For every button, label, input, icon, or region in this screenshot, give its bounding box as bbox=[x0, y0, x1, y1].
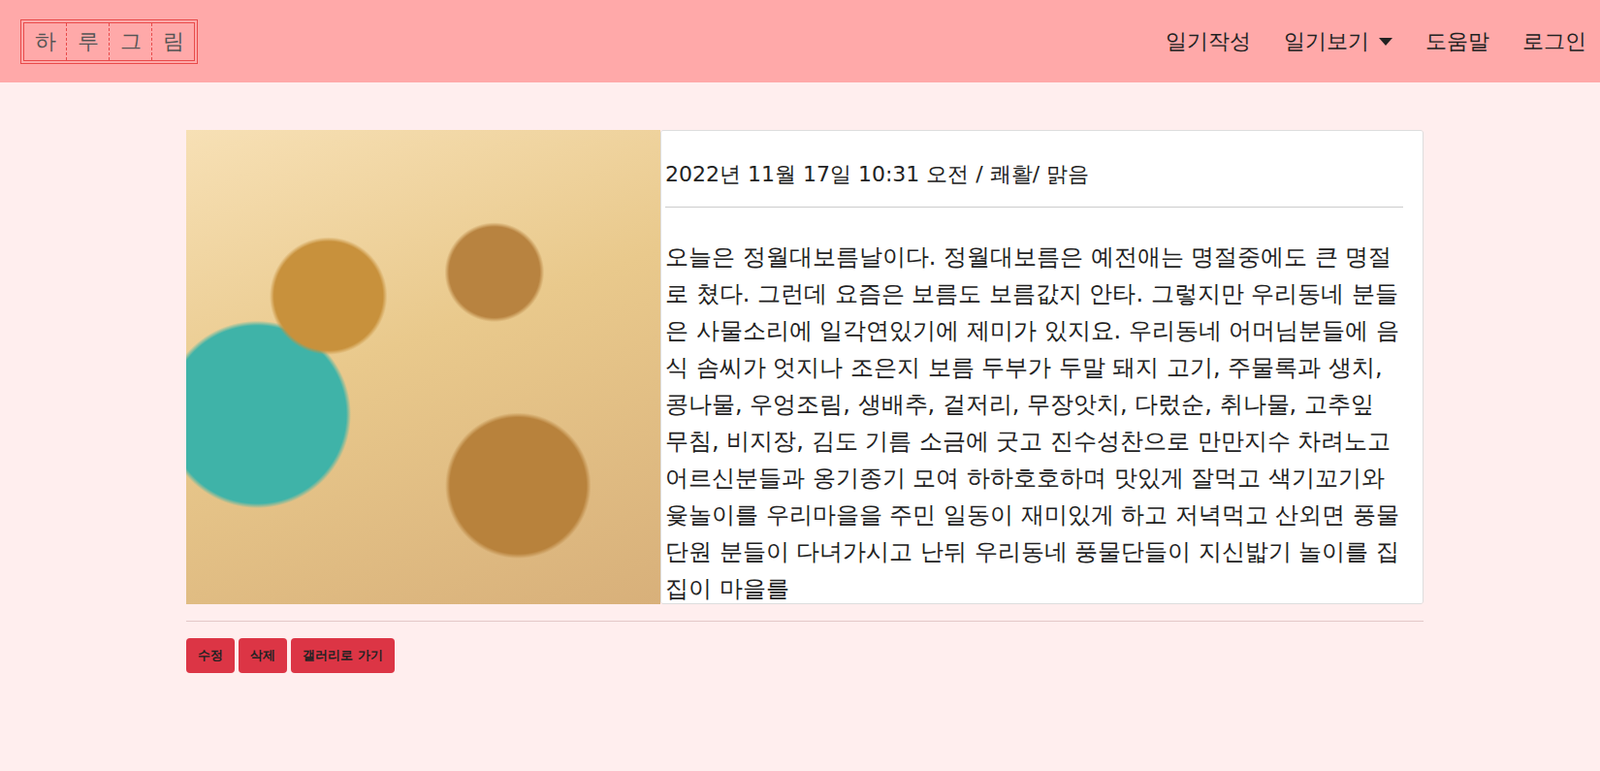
logo-char: 루 bbox=[66, 23, 110, 61]
nav-item[interactable]: 로그인 bbox=[1522, 27, 1587, 57]
logo-char: 림 bbox=[152, 23, 194, 61]
nav-item[interactable]: 도움말 bbox=[1425, 27, 1490, 57]
logo-char: 그 bbox=[109, 23, 153, 61]
action-button[interactable]: 삭제 bbox=[238, 638, 288, 673]
diary-card: 2022년 11월 17일 10:31 오전 / 쾌활/ 맑음오늘은 정월대보름… bbox=[186, 129, 1424, 605]
logo-char: 하 bbox=[24, 23, 67, 61]
page: 하루그림 일기작성 일기보기 도움말 로그인 2022년 11월 17일 10:31 오전… bbox=[0, 0, 1600, 771]
diary-meta: 2022년 11월 17일 10:31 오전 / 쾌활/ 맑음 bbox=[665, 130, 1404, 207]
diary-image bbox=[186, 129, 661, 605]
navbar: 하루그림 일기작성 일기보기 도움말 로그인 bbox=[0, 0, 1600, 83]
diary-text-panel[interactable]: 2022년 11월 17일 10:31 오전 / 쾌활/ 맑음오늘은 정월대보름… bbox=[660, 129, 1424, 605]
nav-item[interactable]: 일기작성 bbox=[1165, 27, 1251, 57]
action-button[interactable]: 갤러리로 가기 bbox=[290, 638, 395, 673]
action-button[interactable]: 수정 bbox=[186, 638, 235, 673]
divider bbox=[665, 206, 1404, 208]
logo[interactable]: 하루그림 bbox=[20, 19, 198, 64]
diary-body: 오늘은 정월대보름날이다. 정월대보름은 예전애는 명절중에도 큰 명절로 쳤다… bbox=[665, 238, 1404, 605]
dropdown-caret-icon bbox=[1378, 37, 1393, 46]
action-bar: 수정삭제갤러리로 가기 bbox=[186, 638, 1424, 673]
nav-menu: 일기작성 일기보기 도움말 로그인 bbox=[1165, 27, 1587, 57]
content: 2022년 11월 17일 10:31 오전 / 쾌활/ 맑음오늘은 정월대보름… bbox=[0, 82, 1600, 673]
nav-item[interactable]: 일기보기 bbox=[1283, 27, 1393, 57]
divider bbox=[186, 620, 1424, 622]
